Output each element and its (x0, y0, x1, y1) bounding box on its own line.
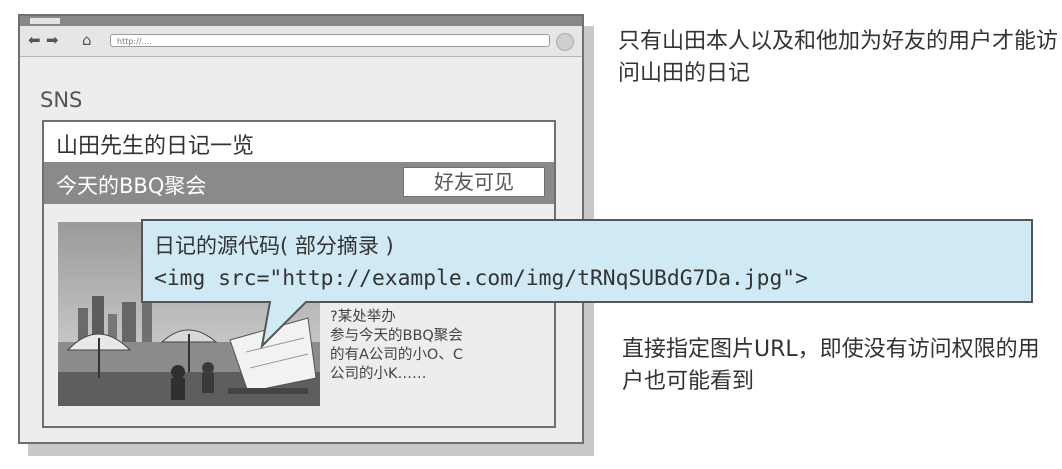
callout-text: 日记的源代码( 部分摘录 ) <img src="http://example.… (154, 232, 1026, 294)
callout-label: 日记的源代码( 部分摘录 ) (154, 234, 394, 258)
access-note-bottom: 直接指定图片URL，即使没有访问权限的用户也可能看到 (622, 337, 1040, 394)
source-code-snippet: <img src="http://example.com/img/tRNqSUB… (154, 266, 808, 291)
access-note-top: 只有山田本人以及和他加为好友的用户才能访问山田的日记 (618, 29, 1059, 86)
